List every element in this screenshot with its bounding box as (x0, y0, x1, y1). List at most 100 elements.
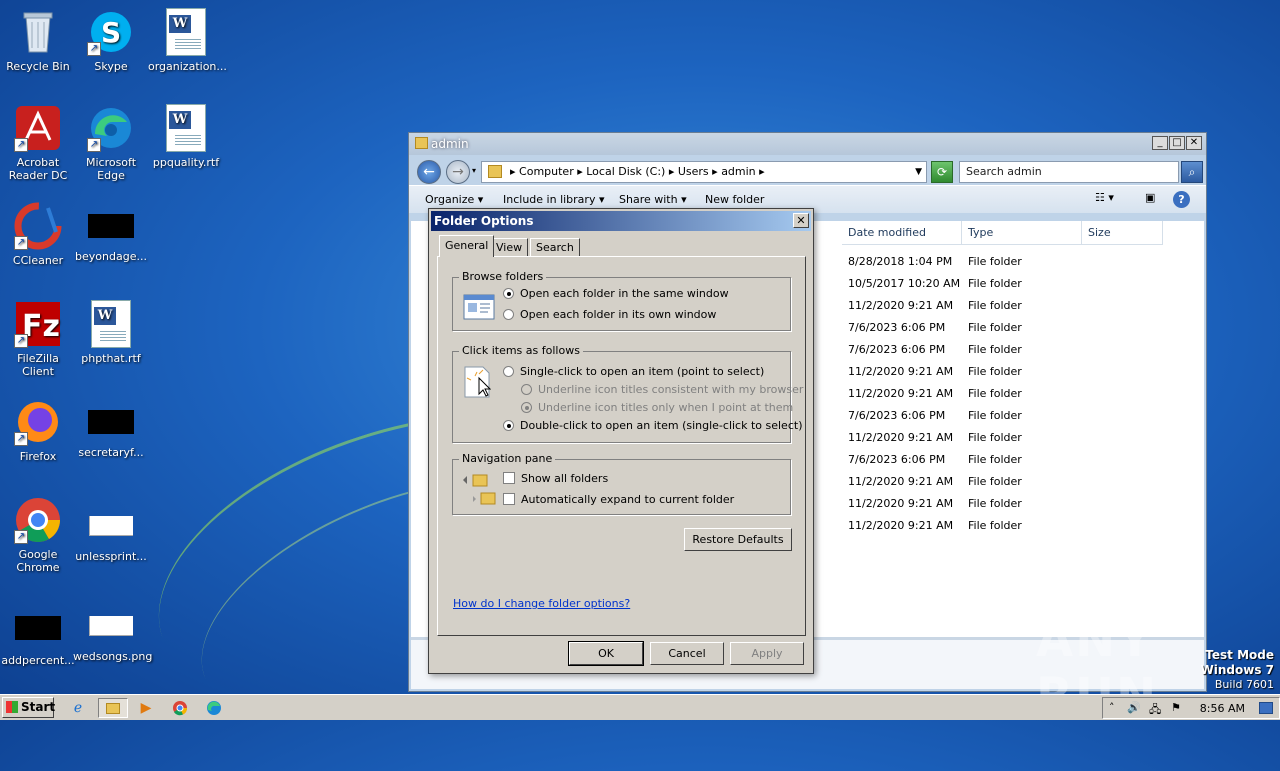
word-document-icon: W (166, 8, 206, 56)
auto-expand-checkbox[interactable]: Automatically expand to current folder (503, 493, 734, 506)
desktop-icon-label: Google Chrome (16, 548, 60, 574)
desktop-icon-secretaryf[interactable]: secretaryf... (73, 398, 149, 459)
breadcrumb-admin[interactable]: admin (721, 165, 755, 178)
search-input[interactable]: Search admin (959, 161, 1179, 183)
desktop-icon-recycle-bin[interactable]: Recycle Bin (0, 8, 76, 73)
filezilla-icon: Fz ↗ (14, 300, 62, 348)
file-thumbnail-icon (89, 516, 133, 536)
dialog-title-bar[interactable]: Folder Options ✕ (431, 211, 811, 231)
desktop-icon-label: ppquality.rtf (152, 156, 220, 169)
desktop-icon-firefox[interactable]: ↗ Firefox (0, 398, 76, 463)
desktop-icon-organization[interactable]: W organization... (148, 8, 227, 73)
desktop-icon-wedsongs[interactable]: wedsongs.png (73, 604, 152, 663)
close-button[interactable]: ✕ (793, 213, 809, 228)
shortcut-arrow-icon: ↗ (87, 42, 101, 56)
minimize-button[interactable]: _ (1152, 136, 1168, 150)
show-hidden-icons-icon[interactable]: ˄ (1109, 701, 1115, 714)
type-cell: File folder (968, 277, 1022, 290)
share-with-button[interactable]: Share with ▾ (619, 193, 687, 206)
close-button[interactable]: ✕ (1186, 136, 1202, 150)
column-header-date-modified[interactable]: Date modified (842, 221, 962, 245)
media-player-icon[interactable]: ▶ (136, 698, 156, 718)
address-bar[interactable]: ▸ Computer ▸ Local Disk (C:) ▸ Users ▸ a… (481, 161, 927, 183)
desktop-icon-phpthat[interactable]: W phpthat.rtf (73, 300, 149, 365)
same-window-radio[interactable]: Open each folder in the same window (503, 287, 729, 300)
breadcrumb-users[interactable]: Users (678, 165, 709, 178)
file-thumbnail-icon (89, 616, 133, 636)
desktop-icon-beyondage[interactable]: beyondage... (73, 202, 149, 263)
explorer-title-bar[interactable]: admin _ □ ✕ (409, 133, 1206, 155)
column-header-size[interactable]: Size (1082, 221, 1163, 245)
cancel-button[interactable]: Cancel (650, 642, 724, 665)
new-folder-button[interactable]: New folder (705, 193, 764, 206)
edge-icon: ↗ (87, 104, 135, 152)
volume-icon[interactable]: 🔊 (1127, 701, 1141, 714)
desktop-icon-filezilla[interactable]: Fz ↗ FileZilla Client (0, 300, 76, 378)
tab-general[interactable]: General (439, 235, 495, 257)
shortcut-arrow-icon: ↗ (14, 138, 28, 152)
desktop-icon-edge[interactable]: ↗ Microsoft Edge (73, 104, 149, 182)
start-button[interactable]: Start (2, 697, 55, 718)
search-icon[interactable]: ⌕ (1181, 161, 1203, 183)
internet-explorer-icon[interactable]: ℯ (68, 698, 88, 718)
desktop-icon-label: CCleaner (12, 254, 64, 267)
type-cell: File folder (968, 431, 1022, 444)
word-document-icon: W (91, 300, 131, 348)
tab-search[interactable]: Search (530, 238, 580, 257)
refresh-button[interactable]: ⟳ (931, 161, 953, 183)
clock[interactable]: 8:56 AM (1200, 702, 1245, 715)
desktop-icon-addpercent[interactable]: addpercent... (0, 604, 76, 667)
help-link[interactable]: How do I change folder options? (453, 597, 630, 610)
show-all-folders-checkbox[interactable]: Show all folders (503, 472, 608, 485)
view-options-icon[interactable]: ☷ ▾ (1095, 191, 1114, 204)
type-cell: File folder (968, 497, 1022, 510)
action-center-flag-icon[interactable]: ⚑ (1171, 701, 1181, 714)
explorer-title: admin (431, 137, 469, 151)
tab-view[interactable]: View (490, 238, 529, 257)
show-desktop-icon[interactable] (1259, 702, 1273, 714)
general-tab-panel: Browse folders Open each folder in the s… (437, 256, 806, 636)
address-dropdown-icon[interactable]: ▼ (915, 162, 922, 182)
recycle-bin-icon (14, 8, 62, 56)
back-button[interactable]: ← (417, 160, 441, 184)
desktop-icon-ppquality[interactable]: W ppquality.rtf (148, 104, 224, 169)
desktop-icon-ccleaner[interactable]: ↗ CCleaner (0, 202, 76, 267)
breadcrumb-computer[interactable]: Computer (519, 165, 574, 178)
help-icon[interactable]: ? (1173, 191, 1190, 208)
desktop-icon-acrobat[interactable]: ↗ Acrobat Reader DC (0, 104, 76, 182)
restore-defaults-button[interactable]: Restore Defaults (684, 528, 792, 551)
desktop-icon-skype[interactable]: S ↗ Skype (73, 8, 149, 73)
click-items-group: Click items as follows Single-click to o… (452, 344, 803, 443)
own-window-radio[interactable]: Open each folder in its own window (503, 308, 716, 321)
shortcut-arrow-icon: ↗ (14, 432, 28, 446)
apply-button: Apply (730, 642, 804, 665)
type-cell: File folder (968, 409, 1022, 422)
navigation-pane-group: Navigation pane Show all folders Automat… (452, 452, 791, 515)
test-mode-watermark: Test Mode Windows 7 Build 7601 (1200, 648, 1274, 691)
acrobat-icon: ↗ (14, 104, 62, 152)
organize-button[interactable]: Organize ▾ (425, 193, 483, 206)
chrome-icon[interactable] (170, 698, 190, 718)
double-click-radio[interactable]: Double-click to open an item (single-cli… (503, 419, 802, 432)
breadcrumb-local-disk[interactable]: Local Disk (C:) (586, 165, 665, 178)
desktop-icon-label: Microsoft Edge (85, 156, 137, 182)
firefox-icon: ↗ (14, 398, 62, 446)
column-header-type[interactable]: Type (962, 221, 1082, 245)
folder-options-dialog: Folder Options ✕ General View Search Bro… (428, 208, 814, 674)
desktop-icon-unlessprint[interactable]: unlessprint... (73, 508, 149, 563)
explorer-taskbar-icon[interactable] (98, 698, 128, 718)
desktop-icon-label: Firefox (19, 450, 57, 463)
recent-pages-dropdown[interactable]: ▾ (472, 166, 476, 175)
system-tray: ˄ 🔊 🖧 ⚑ 8:56 AM (1102, 697, 1280, 719)
network-icon[interactable]: 🖧 (1149, 701, 1161, 720)
maximize-button[interactable]: □ (1169, 136, 1185, 150)
ok-button[interactable]: OK (568, 641, 644, 666)
single-click-radio[interactable]: Single-click to open an item (point to s… (503, 365, 764, 378)
desktop-icon-chrome[interactable]: ↗ Google Chrome (0, 496, 76, 574)
date-modified-cell: 11/2/2020 9:21 AM (848, 431, 954, 444)
forward-button[interactable]: → (446, 160, 470, 184)
edge-icon[interactable] (204, 698, 224, 718)
include-in-library-button[interactable]: Include in library ▾ (503, 193, 604, 206)
preview-pane-icon[interactable]: ▣ (1145, 191, 1155, 204)
desktop-icon-label: unlessprint... (75, 550, 147, 563)
